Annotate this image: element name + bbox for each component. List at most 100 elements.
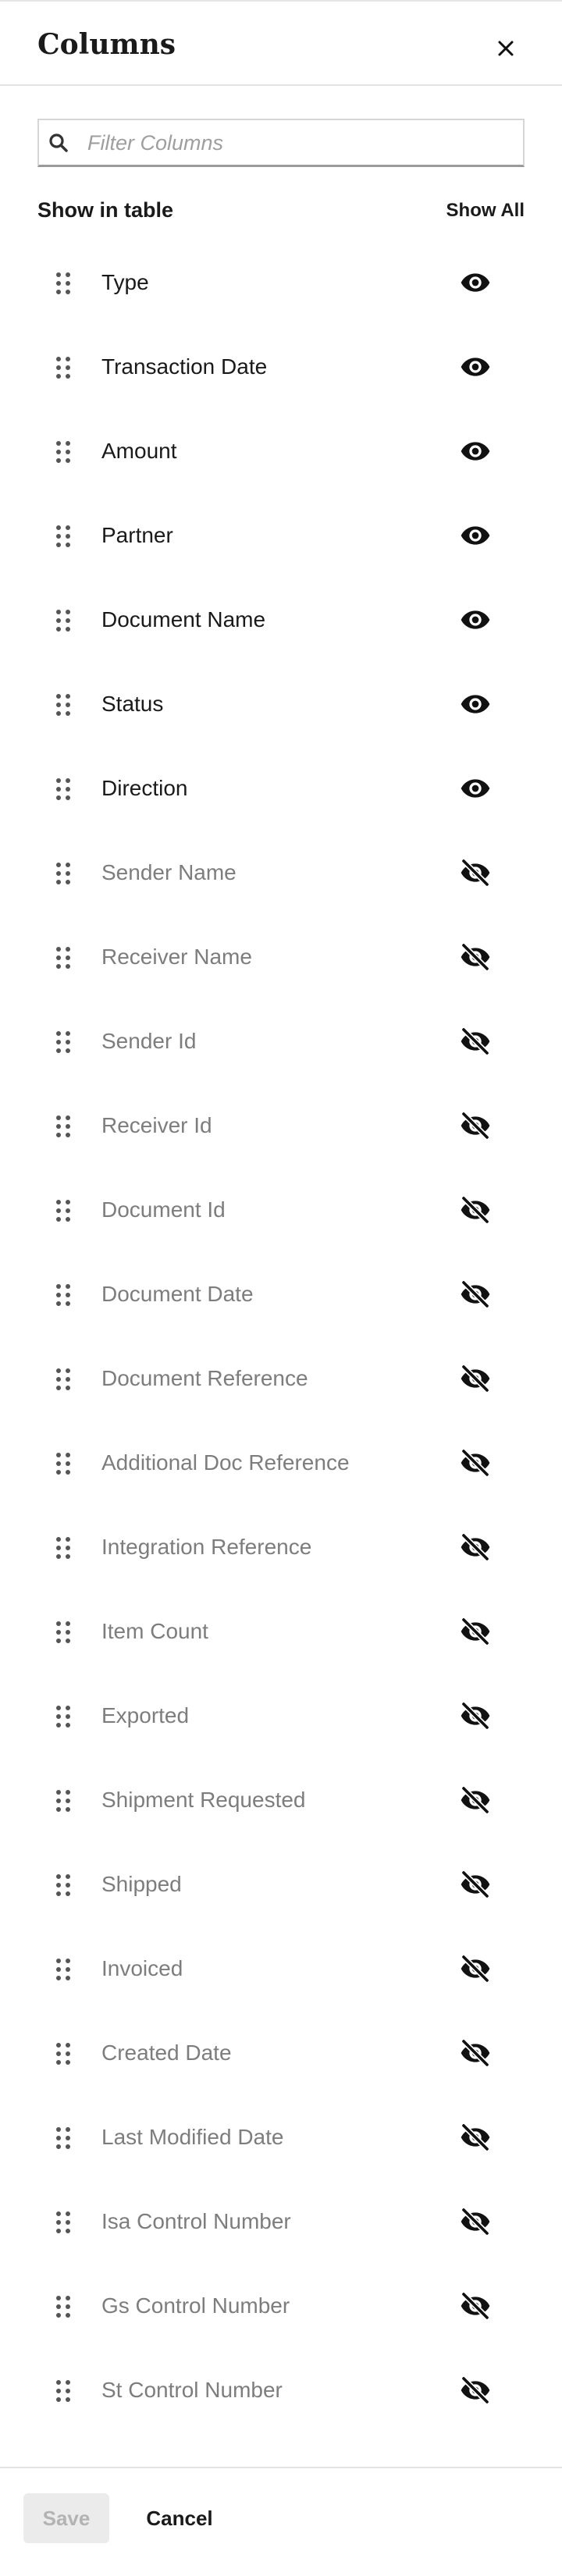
drag-handle-icon[interactable] bbox=[53, 1113, 73, 1140]
eye-off-icon[interactable] bbox=[456, 2375, 495, 2406]
eye-off-icon[interactable] bbox=[456, 1532, 495, 1563]
column-row: Transaction Date bbox=[0, 325, 562, 409]
drag-handle-icon[interactable] bbox=[53, 1450, 73, 1477]
drag-handle-icon[interactable] bbox=[53, 270, 73, 297]
drag-handle-icon[interactable] bbox=[53, 2125, 73, 2151]
eye-off-icon[interactable] bbox=[456, 941, 495, 973]
drag-handle-icon[interactable] bbox=[53, 2378, 73, 2404]
drag-handle-icon[interactable] bbox=[53, 2041, 73, 2067]
column-row: Amount bbox=[0, 409, 562, 493]
eye-off-icon[interactable] bbox=[456, 1784, 495, 1816]
column-row: Status bbox=[0, 662, 562, 746]
column-label: Direction bbox=[101, 776, 188, 800]
section-title: Show in table bbox=[37, 198, 174, 222]
eye-icon[interactable] bbox=[456, 688, 495, 720]
drag-handle-icon[interactable] bbox=[53, 692, 73, 718]
column-label: Document Id bbox=[101, 1197, 226, 1222]
drag-handle-icon[interactable] bbox=[53, 523, 73, 550]
column-label: Exported bbox=[101, 1703, 190, 1727]
eye-off-icon[interactable] bbox=[456, 1700, 495, 1731]
close-icon bbox=[498, 41, 514, 56]
eye-off-icon[interactable] bbox=[456, 857, 495, 888]
column-label: Sender Id bbox=[101, 1029, 197, 1053]
drag-handle-icon[interactable] bbox=[53, 1535, 73, 1561]
column-row: Created Date bbox=[0, 2011, 562, 2095]
column-label: Integration Reference bbox=[101, 1535, 312, 1559]
drag-handle-icon[interactable] bbox=[53, 439, 73, 465]
drag-handle-icon[interactable] bbox=[53, 945, 73, 971]
column-row: Document Reference bbox=[0, 1336, 562, 1421]
drag-handle-icon[interactable] bbox=[53, 607, 73, 634]
eye-icon[interactable] bbox=[456, 351, 495, 382]
show-all-button[interactable]: Show All bbox=[422, 200, 525, 222]
column-label: Partner bbox=[101, 523, 173, 547]
column-row: Direction bbox=[0, 746, 562, 831]
column-label: Receiver Id bbox=[101, 1113, 212, 1137]
column-label: Additional Doc Reference bbox=[101, 1450, 350, 1475]
eye-off-icon[interactable] bbox=[456, 1110, 495, 1141]
column-row: Sender Name bbox=[0, 831, 562, 915]
drag-handle-icon[interactable] bbox=[53, 1282, 73, 1308]
column-label: Created Date bbox=[101, 2041, 232, 2065]
eye-off-icon[interactable] bbox=[456, 2122, 495, 2153]
column-row: Last Modified Date bbox=[0, 2095, 562, 2179]
filter-columns-input[interactable] bbox=[86, 126, 510, 159]
eye-off-icon[interactable] bbox=[456, 1363, 495, 1394]
column-label: Document Reference bbox=[101, 1366, 308, 1390]
column-row: Gs Control Number bbox=[0, 2264, 562, 2348]
drag-handle-icon[interactable] bbox=[53, 1029, 73, 1055]
eye-icon[interactable] bbox=[456, 267, 495, 298]
column-label: Shipment Requested bbox=[101, 1788, 306, 1812]
column-label: Last Modified Date bbox=[101, 2125, 284, 2149]
drag-handle-icon[interactable] bbox=[53, 1703, 73, 1730]
column-row: Invoiced bbox=[0, 1927, 562, 2011]
eye-off-icon[interactable] bbox=[456, 1869, 495, 1900]
column-label: Gs Control Number bbox=[101, 2293, 290, 2318]
panel-header: Columns bbox=[0, 2, 562, 86]
drag-handle-icon[interactable] bbox=[53, 2209, 73, 2236]
eye-icon[interactable] bbox=[456, 773, 495, 804]
cancel-button[interactable]: Cancel bbox=[133, 2493, 226, 2543]
column-label: Item Count bbox=[101, 1619, 208, 1643]
column-row: Additional Doc Reference bbox=[0, 1421, 562, 1505]
eye-icon[interactable] bbox=[456, 520, 495, 551]
drag-handle-icon[interactable] bbox=[53, 1872, 73, 1898]
eye-off-icon[interactable] bbox=[456, 1279, 495, 1310]
drag-handle-icon[interactable] bbox=[53, 354, 73, 381]
column-row: Shipment Requested bbox=[0, 1758, 562, 1842]
save-button[interactable]: Save bbox=[23, 2493, 109, 2543]
eye-off-icon[interactable] bbox=[456, 2290, 495, 2322]
column-label: Status bbox=[101, 692, 164, 716]
column-label: Isa Control Number bbox=[101, 2209, 291, 2233]
eye-off-icon[interactable] bbox=[456, 2037, 495, 2069]
eye-icon[interactable] bbox=[456, 436, 495, 467]
drag-handle-icon[interactable] bbox=[53, 1366, 73, 1393]
drag-handle-icon[interactable] bbox=[53, 776, 73, 802]
drag-handle-icon[interactable] bbox=[53, 1956, 73, 1983]
eye-off-icon[interactable] bbox=[456, 1616, 495, 1647]
eye-off-icon[interactable] bbox=[456, 1447, 495, 1478]
eye-off-icon[interactable] bbox=[456, 1026, 495, 1057]
column-label: Sender Name bbox=[101, 860, 237, 884]
eye-icon[interactable] bbox=[456, 604, 495, 635]
drag-handle-icon[interactable] bbox=[53, 1619, 73, 1646]
column-list: Type Transaction Date Amount Partner Documen… bbox=[0, 240, 562, 2432]
drag-handle-icon[interactable] bbox=[53, 1788, 73, 1814]
eye-off-icon[interactable] bbox=[456, 1194, 495, 1226]
search-field[interactable] bbox=[37, 119, 525, 167]
drag-handle-icon[interactable] bbox=[53, 860, 73, 887]
column-row: Type bbox=[0, 240, 562, 325]
eye-off-icon[interactable] bbox=[456, 2206, 495, 2237]
panel-title: Columns bbox=[37, 28, 176, 61]
column-label: Amount bbox=[101, 439, 177, 463]
column-label: Document Date bbox=[101, 1282, 254, 1306]
drag-handle-icon[interactable] bbox=[53, 1197, 73, 1224]
column-row: Integration Reference bbox=[0, 1505, 562, 1589]
eye-off-icon[interactable] bbox=[456, 1953, 495, 1984]
panel-footer: Save Cancel bbox=[0, 2467, 562, 2576]
column-row: Shipped bbox=[0, 1842, 562, 1927]
columns-panel: Columns Show in table Show All Type Trans… bbox=[0, 0, 562, 2576]
close-button[interactable] bbox=[487, 30, 525, 67]
drag-handle-icon[interactable] bbox=[53, 2293, 73, 2320]
column-row: St Control Number bbox=[0, 2348, 562, 2432]
